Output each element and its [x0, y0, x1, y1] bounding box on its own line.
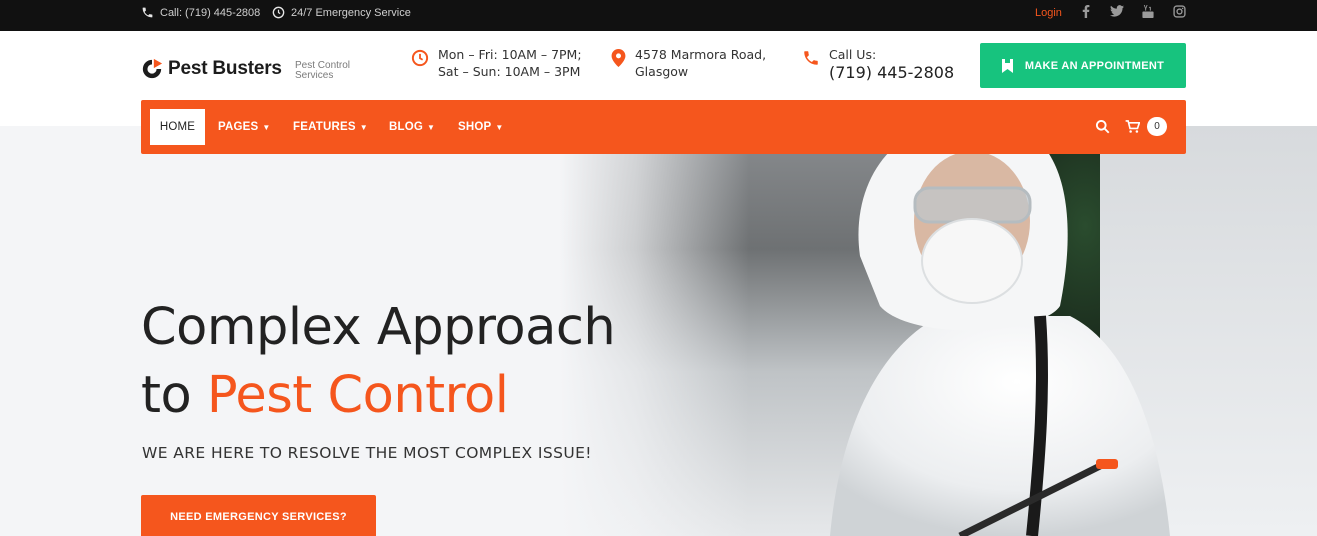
phone-icon [804, 51, 818, 65]
nav-home-label: HOME [159, 121, 196, 133]
clock-icon [272, 6, 285, 19]
twitter-icon[interactable] [1110, 4, 1124, 18]
nav-item-home[interactable]: HOME [150, 109, 205, 145]
chevron-down-icon: ▼ [427, 122, 436, 132]
opening-hours: Mon – Fri: 10AM – 7PM; Sat – Sun: 10AM –… [411, 46, 582, 80]
hero-title: Complex Approach to Pest Control [141, 294, 616, 430]
location-pin-icon [611, 49, 626, 67]
nav-shop-label: SHOP [458, 121, 492, 133]
nav-item-features[interactable]: FEATURES ▼ [293, 109, 368, 145]
hero-title-line-2: to Pest Control [141, 362, 615, 430]
address: 4578 Marmora Road, Glasgow [611, 46, 766, 80]
hours-line-1: Mon – Fri: 10AM – 7PM; [438, 47, 582, 62]
nav-pages-label: PAGES [218, 121, 259, 133]
chevron-down-icon: ▼ [262, 122, 271, 132]
login-link[interactable]: Login [1035, 0, 1062, 25]
make-appointment-button[interactable]: MAKE AN APPOINTMENT [980, 43, 1186, 88]
topbar-emergency: 24/7 Emergency Service [272, 0, 411, 25]
nav-item-shop[interactable]: SHOP ▼ [458, 109, 504, 145]
call-label: Call Us: [829, 47, 877, 62]
need-emergency-services-button[interactable]: NEED EMERGENCY SERVICES? [141, 495, 376, 536]
hero-title-accent: Pest Control [206, 366, 509, 425]
hero-title-prefix: to [141, 366, 207, 425]
search-icon[interactable] [1095, 119, 1110, 139]
nav-item-pages[interactable]: PAGES ▼ [218, 109, 271, 145]
hero-image [560, 126, 1317, 536]
nav-features-label: FEATURES [293, 121, 356, 133]
cart-count-badge[interactable]: 0 [1147, 117, 1167, 136]
hero-subtitle: WE ARE HERE TO RESOLVE THE MOST COMPLEX … [142, 444, 592, 462]
chevron-down-icon: ▼ [359, 122, 368, 132]
logo-icon [142, 58, 163, 79]
facebook-icon[interactable] [1079, 4, 1093, 18]
nav-blog-label: BLOG [389, 121, 424, 133]
phone-icon [142, 7, 153, 18]
logo[interactable]: Pest Busters Pest Control Services [141, 58, 350, 81]
call-us[interactable]: Call Us: (719) 445-2808 [802, 46, 954, 83]
logo-tagline: Pest Control Services [295, 60, 351, 81]
address-line-2: Glasgow [635, 64, 689, 79]
chevron-down-icon: ▼ [495, 122, 504, 132]
hero-title-line-1: Complex Approach [141, 298, 616, 357]
address-line-1: 4578 Marmora Road, [635, 47, 767, 62]
topbar-call-text: Call: (719) 445-2808 [160, 6, 261, 19]
call-number: (719) 445-2808 [829, 63, 955, 82]
hero-section: Complex Approach to Pest Control WE ARE … [0, 126, 1317, 536]
hours-line-2: Sat – Sun: 10AM – 3PM [438, 64, 581, 79]
logo-text: Pest Busters [168, 58, 282, 79]
top-bar: Call: (719) 445-2808 24/7 Emergency Serv… [0, 0, 1317, 31]
make-appointment-label: MAKE AN APPOINTMENT [1024, 59, 1165, 72]
instagram-icon[interactable] [1172, 4, 1186, 18]
topbar-call[interactable]: Call: (719) 445-2808 [141, 0, 260, 25]
cart-icon[interactable] [1125, 119, 1141, 139]
clock-icon [411, 49, 429, 67]
topbar-emergency-text: 24/7 Emergency Service [291, 6, 411, 19]
nav-item-blog[interactable]: BLOG ▼ [389, 109, 435, 145]
exterminator-figure [830, 126, 1170, 536]
bookmark-icon [1001, 58, 1013, 73]
main-nav: HOME PAGES ▼ FEATURES ▼ BLOG ▼ SHOP ▼ 0 [141, 100, 1186, 154]
youtube-icon[interactable] [1141, 4, 1155, 18]
